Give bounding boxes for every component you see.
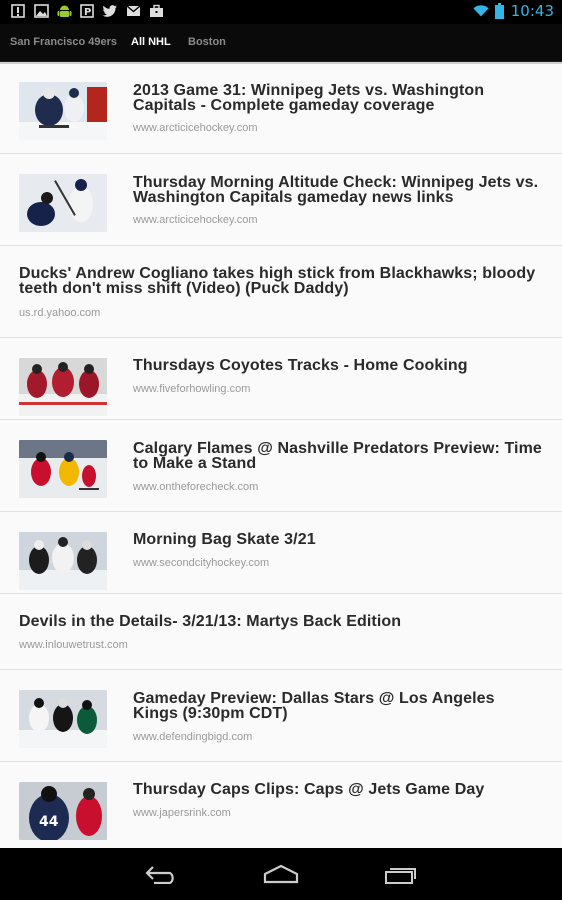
- tab-san-francisco-49ers[interactable]: San Francisco 49ers: [10, 36, 117, 48]
- recent-apps-icon: [385, 868, 416, 884]
- article-headline: Thursday Morning Altitude Check: Winnipe…: [133, 174, 539, 206]
- article-item[interactable]: Calgary Flames @ Nashville Predators Pre…: [0, 420, 562, 512]
- article-thumbnail: [19, 82, 107, 140]
- article-headline: Thursday Caps Clips: Caps @ Jets Game Da…: [133, 781, 485, 798]
- article-headline: 2013 Game 31: Winnipeg Jets vs. Washingt…: [133, 82, 485, 114]
- home-button[interactable]: [261, 860, 301, 888]
- back-icon: [145, 866, 174, 884]
- briefcase-icon: [148, 3, 164, 19]
- system-nav-bar: [0, 848, 562, 900]
- article-source: www.arcticicehockey.com: [133, 214, 258, 226]
- article-item[interactable]: Thursday Morning Altitude Check: Winnipe…: [0, 154, 562, 246]
- svg-text:P: P: [84, 7, 91, 18]
- article-thumbnail: [19, 174, 107, 232]
- article-headline: Gameday Preview: Dallas Stars @ Los Ange…: [133, 690, 495, 722]
- battery-icon: [495, 3, 505, 19]
- wifi-icon: [473, 3, 489, 19]
- article-headline: Thursdays Coyotes Tracks - Home Cooking: [133, 357, 468, 374]
- article-headline: Calgary Flames @ Nashville Predators Pre…: [133, 440, 542, 472]
- article-list[interactable]: 2013 Game 31: Winnipeg Jets vs. Washingt…: [0, 62, 562, 848]
- article-thumbnail: 44: [19, 782, 107, 840]
- article-item[interactable]: Ducks' Andrew Cogliano takes high stick …: [0, 246, 562, 338]
- tab-boston[interactable]: Boston: [188, 36, 226, 48]
- tab-all-nhl[interactable]: All NHL: [131, 36, 171, 48]
- pandora-icon: P: [79, 3, 95, 19]
- article-item[interactable]: 2013 Game 31: Winnipeg Jets vs. Washingt…: [0, 64, 562, 154]
- article-headline: Ducks' Andrew Cogliano takes high stick …: [19, 265, 536, 297]
- article-source: www.ontheforecheck.com: [133, 481, 259, 493]
- article-item[interactable]: Gameday Preview: Dallas Stars @ Los Ange…: [0, 670, 562, 762]
- article-source: www.defendingbigd.com: [133, 731, 253, 743]
- article-item[interactable]: Devils in the Details- 3/21/13: Martys B…: [0, 594, 562, 670]
- article-thumbnail: [19, 690, 107, 748]
- article-headline: Devils in the Details- 3/21/13: Martys B…: [19, 613, 402, 630]
- svg-text:44: 44: [39, 814, 59, 830]
- android-icon: [56, 3, 72, 19]
- article-headline: Morning Bag Skate 3/21: [133, 531, 316, 548]
- status-bar: P 10:43: [0, 0, 562, 24]
- notification-icons: P: [10, 3, 164, 19]
- clock: 10:43: [510, 2, 554, 20]
- article-source: www.japersrink.com: [133, 807, 231, 819]
- article-source: us.rd.yahoo.com: [19, 307, 101, 319]
- image-icon: [33, 3, 49, 19]
- article-source: www.inlouwetrust.com: [19, 639, 128, 651]
- team-tab-bar: San Francisco 49ers All NHL Boston: [0, 24, 562, 62]
- back-button[interactable]: [141, 860, 181, 888]
- article-item[interactable]: Morning Bag Skate 3/21 www.secondcityhoc…: [0, 512, 562, 594]
- article-item[interactable]: Thursdays Coyotes Tracks - Home Cooking …: [0, 338, 562, 420]
- article-source: www.arcticicehockey.com: [133, 122, 258, 134]
- recent-apps-button[interactable]: [381, 860, 421, 888]
- notification-icon: [10, 3, 26, 19]
- article-thumbnail: [19, 440, 107, 498]
- article-source: www.secondcityhockey.com: [133, 557, 270, 569]
- article-item[interactable]: 44 Thursday Caps Clips: Caps @ Jets Game…: [0, 762, 562, 848]
- article-source: www.fiveforhowling.com: [133, 383, 251, 395]
- home-icon: [263, 864, 299, 884]
- email-icon: [125, 3, 141, 19]
- twitter-icon: [102, 3, 118, 19]
- article-thumbnail: [19, 358, 107, 416]
- article-thumbnail: [19, 532, 107, 590]
